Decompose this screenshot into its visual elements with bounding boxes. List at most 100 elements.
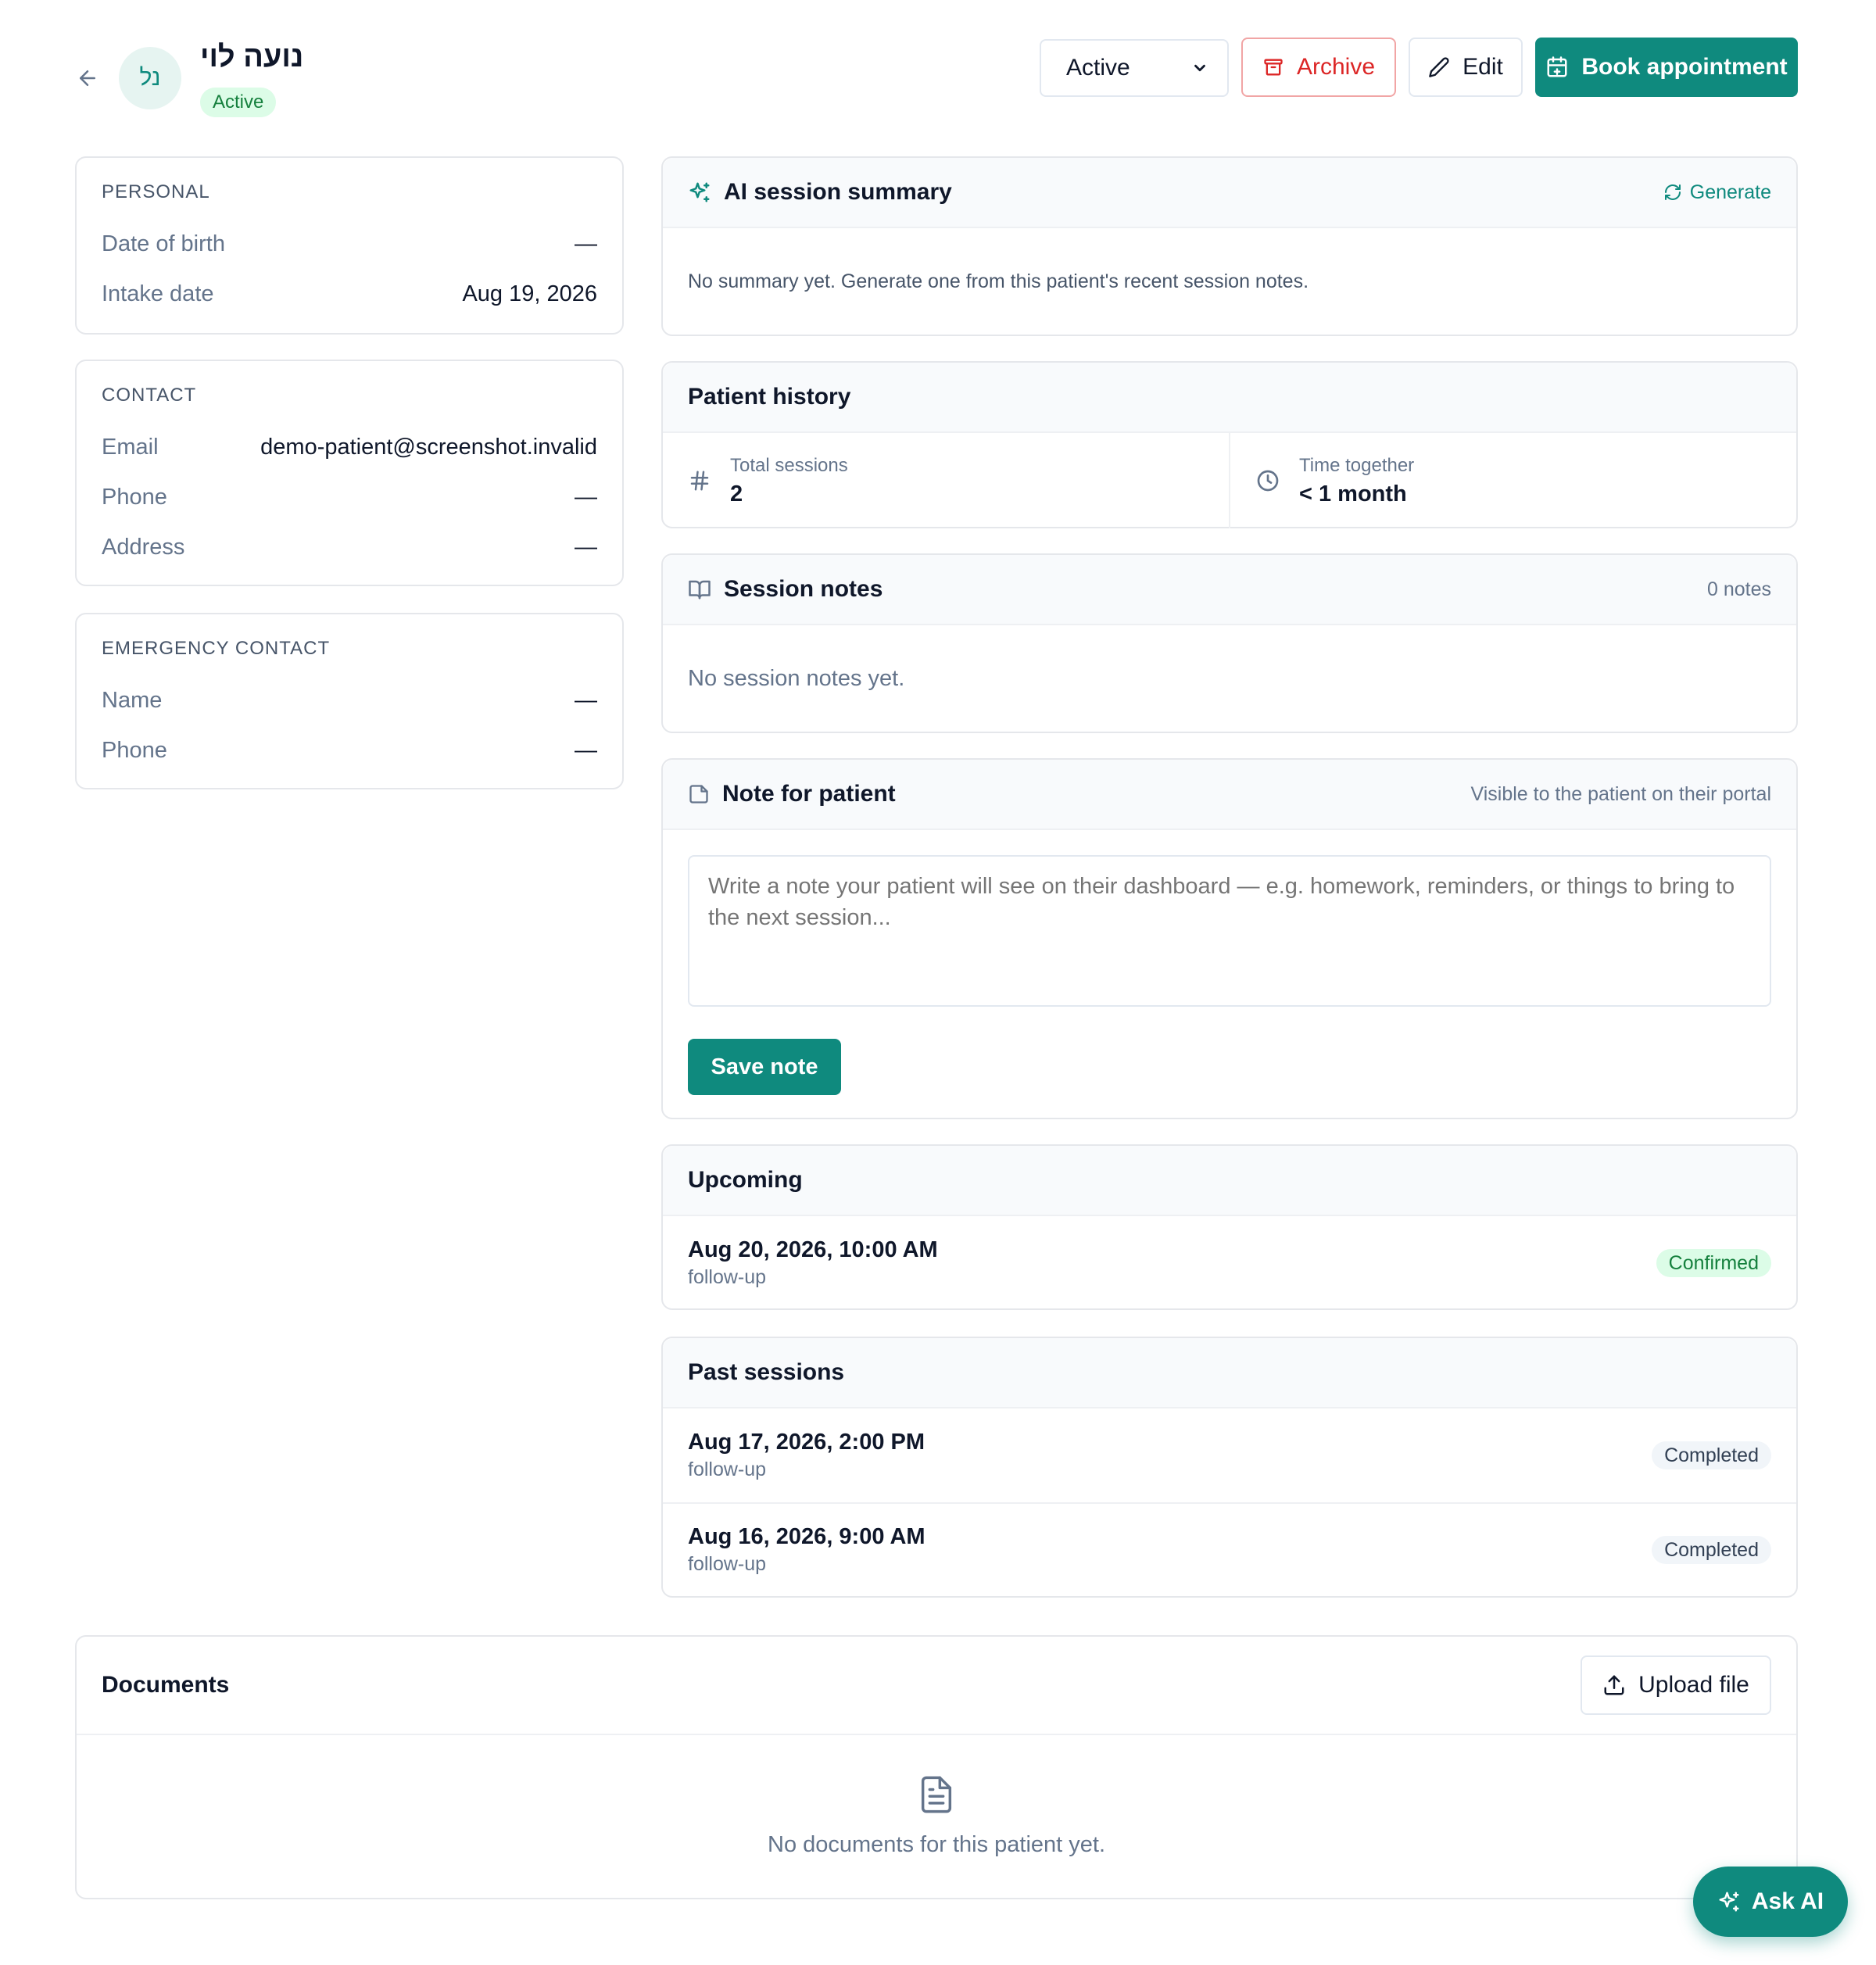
note-visibility-text: Visible to the patient on their portal — [1470, 782, 1771, 805]
patient-history-title: Patient history — [688, 384, 851, 410]
field-value: — — [575, 534, 597, 560]
contact-card: CONTACT Email demo-patient@screenshot.in… — [75, 360, 624, 586]
page-title: נועה לוי — [200, 41, 304, 73]
emergency-contact-card: EMERGENCY CONTACT Name — Phone — — [75, 613, 624, 789]
status-select-value: Active — [1066, 55, 1130, 81]
upload-icon — [1604, 1675, 1624, 1695]
status-badge: Confirmed — [1656, 1249, 1771, 1277]
field-label: Name — [102, 687, 163, 713]
save-note-button[interactable]: Save note — [688, 1039, 841, 1095]
contact-section-title: CONTACT — [102, 385, 197, 406]
ai-summary-empty-text: No summary yet. Generate one from this p… — [688, 270, 1309, 292]
appointment-row[interactable]: Aug 20, 2026, 10:00 AM follow-up Confirm… — [663, 1216, 1796, 1310]
field-value: — — [575, 687, 597, 713]
note-for-patient-card: Note for patient Visible to the patient … — [661, 758, 1798, 1119]
avatar: נל — [119, 47, 181, 109]
hash-icon — [690, 471, 709, 491]
session-row[interactable]: Aug 16, 2026, 9:00 AM follow-up Complete… — [663, 1502, 1796, 1596]
total-sessions-stat: Total sessions 2 — [663, 433, 1229, 528]
field-value: Aug 19, 2026 — [462, 281, 597, 306]
upcoming-card: Upcoming Aug 20, 2026, 10:00 AM follow-u… — [661, 1144, 1798, 1310]
field-label: Email — [102, 434, 159, 460]
past-sessions-title: Past sessions — [688, 1359, 845, 1385]
pencil-icon — [1429, 57, 1449, 77]
status-badge: Active — [200, 88, 277, 117]
appointment-type: follow-up — [688, 1266, 767, 1288]
ask-ai-button[interactable]: Ask AI — [1693, 1867, 1848, 1937]
field-row: Name — — [102, 675, 597, 725]
field-value: — — [575, 737, 597, 763]
field-label: Intake date — [102, 281, 214, 306]
past-sessions-header: Past sessions — [663, 1338, 1796, 1408]
ai-summary-header: AI session summary Generate — [663, 158, 1796, 228]
field-row: Phone — — [102, 472, 597, 522]
sparkles-icon — [1719, 1892, 1739, 1912]
appointment-time: Aug 20, 2026, 10:00 AM — [688, 1237, 938, 1262]
patient-history-header: Patient history — [663, 363, 1796, 433]
note-for-patient-title-text: Note for patient — [722, 781, 896, 807]
arrow-left-icon — [80, 70, 95, 86]
field-label: Phone — [102, 484, 167, 510]
generate-label: Generate — [1689, 181, 1771, 203]
emergency-section-title: EMERGENCY CONTACT — [102, 638, 331, 659]
total-sessions-label: Total sessions — [730, 454, 848, 476]
status-badge: Completed — [1652, 1536, 1771, 1564]
note-for-patient-header: Note for patient Visible to the patient … — [663, 760, 1796, 830]
session-notes-card: Session notes 0 notes No session notes y… — [661, 553, 1798, 733]
upload-file-label: Upload file — [1638, 1672, 1749, 1698]
session-type: follow-up — [688, 1459, 767, 1480]
total-sessions-value: 2 — [730, 481, 743, 506]
back-button[interactable] — [72, 63, 103, 94]
personal-card: PERSONAL Date of birth — Intake date Aug… — [75, 156, 624, 335]
field-row: Date of birth — — [102, 219, 597, 269]
archive-icon — [1264, 59, 1283, 76]
time-together-stat: Time together < 1 month — [1229, 433, 1796, 528]
documents-empty-text: No documents for this patient yet. — [768, 1831, 1105, 1857]
file-note-icon — [689, 785, 708, 804]
chevron-down-icon — [1194, 64, 1205, 72]
field-value: — — [575, 231, 597, 256]
field-label: Address — [102, 534, 185, 560]
field-row: Intake date Aug 19, 2026 — [102, 269, 597, 319]
note-for-patient-title: Note for patient — [688, 781, 896, 807]
time-together-value: < 1 month — [1299, 481, 1407, 506]
ai-summary-card: AI session summary Generate No summary y… — [661, 156, 1798, 336]
edit-button[interactable]: Edit — [1409, 38, 1523, 97]
sparkles-icon — [689, 182, 710, 202]
personal-section-title: PERSONAL — [102, 181, 210, 202]
documents-card: Documents Upload file No documents for t… — [75, 1635, 1798, 1899]
history-stats: Total sessions 2 Time together < 1 month — [663, 433, 1796, 528]
patient-history-card: Patient history Total sessions 2 Time to… — [661, 361, 1798, 528]
upload-file-button[interactable]: Upload file — [1581, 1655, 1771, 1715]
patient-note-input[interactable] — [688, 855, 1771, 1007]
field-value: demo-patient@screenshot.invalid — [260, 434, 597, 460]
ai-summary-title: AI session summary — [688, 179, 952, 206]
documents-title: Documents — [102, 1672, 230, 1698]
ai-summary-title-text: AI session summary — [724, 179, 952, 205]
session-notes-title: Session notes — [688, 576, 883, 603]
book-open-icon — [689, 580, 711, 600]
generate-button[interactable]: Generate — [1663, 181, 1771, 204]
session-type: follow-up — [688, 1553, 767, 1575]
field-label: Phone — [102, 737, 167, 763]
session-row[interactable]: Aug 17, 2026, 2:00 PM follow-up Complete… — [663, 1408, 1796, 1502]
edit-label: Edit — [1462, 54, 1503, 80]
clock-icon — [1257, 470, 1279, 492]
session-notes-title-text: Session notes — [724, 576, 883, 602]
session-time: Aug 17, 2026, 2:00 PM — [688, 1430, 925, 1455]
documents-empty-state: No documents for this patient yet. — [77, 1735, 1796, 1896]
file-text-icon — [921, 1776, 952, 1813]
field-row: Phone — — [102, 725, 597, 775]
time-together-label: Time together — [1299, 454, 1415, 476]
past-sessions-card: Past sessions Aug 17, 2026, 2:00 PM foll… — [661, 1337, 1798, 1598]
field-row: Email demo-patient@screenshot.invalid — [102, 422, 597, 472]
status-badge: Completed — [1652, 1441, 1771, 1469]
book-appointment-button[interactable]: Book appointment — [1535, 38, 1798, 97]
session-notes-header: Session notes 0 notes — [663, 555, 1796, 625]
archive-button[interactable]: Archive — [1241, 38, 1396, 97]
session-time: Aug 16, 2026, 9:00 AM — [688, 1524, 925, 1549]
upcoming-header: Upcoming — [663, 1146, 1796, 1216]
refresh-icon — [1664, 184, 1681, 200]
status-select[interactable]: Active — [1040, 39, 1229, 97]
book-appointment-label: Book appointment — [1581, 54, 1788, 80]
